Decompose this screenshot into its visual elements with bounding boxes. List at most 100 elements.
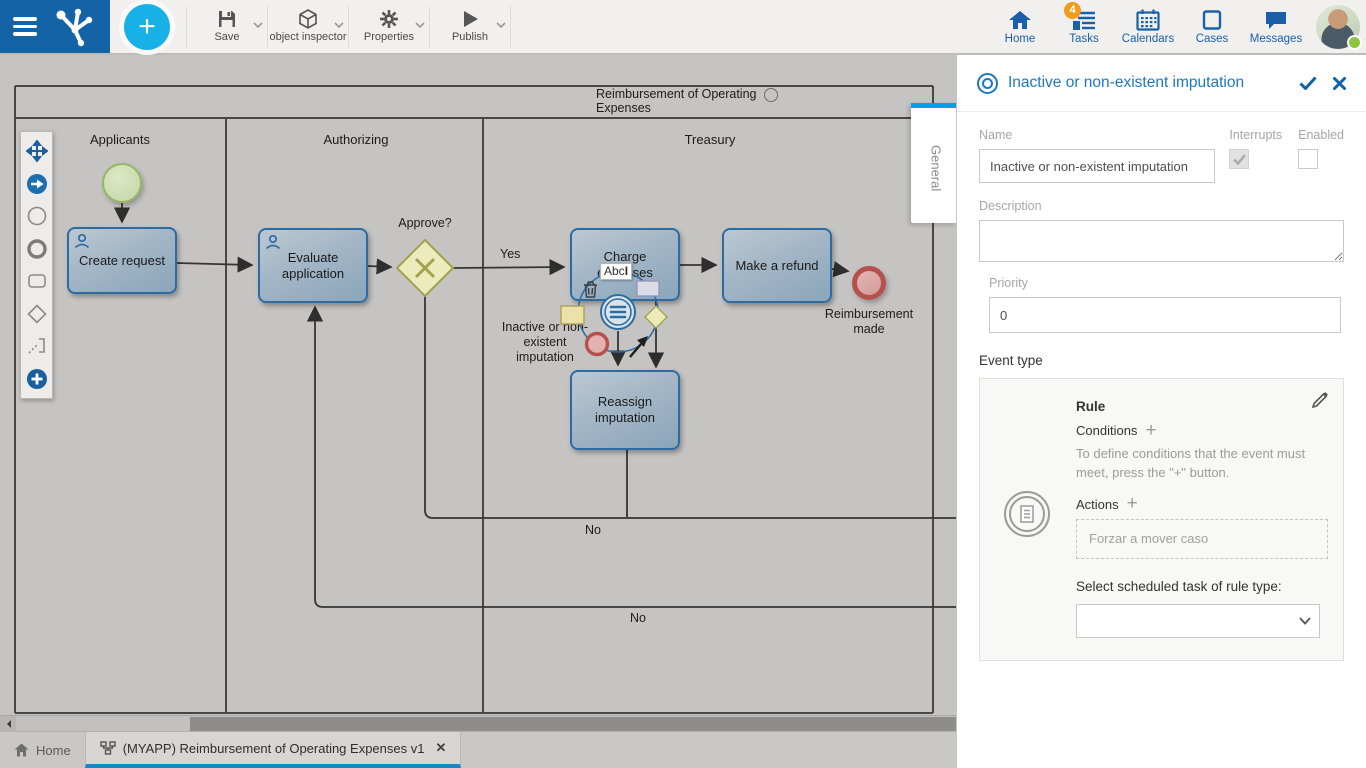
priority-input[interactable]	[989, 297, 1341, 333]
user-avatar[interactable]	[1316, 5, 1360, 49]
edge-label-yes: Yes	[500, 247, 520, 261]
tab-home[interactable]: Home	[0, 732, 85, 768]
person-icon	[265, 234, 281, 250]
nav-calendars[interactable]: Calendars	[1118, 9, 1178, 45]
task-label: Make a refund	[735, 258, 818, 274]
add-condition-button[interactable]: +	[1145, 424, 1156, 438]
description-textarea[interactable]	[979, 220, 1344, 262]
publish-button[interactable]: Publish	[430, 0, 510, 53]
scroll-left-arrow[interactable]	[0, 716, 16, 732]
nav-home[interactable]: Home	[990, 9, 1050, 45]
messages-icon	[1264, 9, 1288, 31]
lane-authorizing: Authorizing	[296, 132, 416, 147]
bpmn-canvas[interactable]: Applicants Authorizing Treasury Reimburs…	[0, 55, 956, 768]
task-label: Reassign imputation	[576, 394, 674, 425]
top-nav: Home 4 Tasks Calendars Cases	[990, 0, 1366, 53]
tab-process-active[interactable]: (MYAPP) Reimbursement of Operating Expen…	[85, 732, 462, 768]
enabled-label: Enabled	[1298, 128, 1344, 142]
event-type-icon	[977, 73, 998, 94]
chevron-down-icon[interactable]	[415, 22, 425, 28]
interrupts-label: Interrupts	[1229, 128, 1282, 142]
close-tab-icon[interactable]: ✕	[435, 740, 446, 756]
rule-title: Rule	[1076, 399, 1325, 414]
gateway-label: Approve?	[385, 216, 465, 230]
event-type-heading: Event type	[979, 353, 1344, 368]
task-label: Create request	[79, 253, 165, 269]
lane-treasury: Treasury	[650, 132, 770, 147]
rule-event-icon	[1004, 491, 1050, 537]
task-reassign-imputation[interactable]: Reassign imputation	[570, 370, 680, 450]
panel-header: Inactive or non-existent imputation	[957, 55, 1366, 112]
person-icon	[74, 233, 90, 249]
name-input[interactable]	[979, 149, 1215, 183]
edge-label-no1: No	[585, 523, 601, 537]
save-button[interactable]: Save	[187, 0, 267, 53]
nav-cases[interactable]: Cases	[1182, 9, 1242, 45]
task-create-request[interactable]: Create request	[67, 227, 177, 294]
properties-button[interactable]: Properties	[349, 0, 429, 53]
conditions-help-text: To define conditions that the event must…	[1076, 445, 1318, 483]
boundary-event-label: Inactive or non-existent imputation	[500, 320, 590, 364]
nav-calendars-label: Calendars	[1122, 33, 1174, 45]
gateway-approve[interactable]	[397, 240, 453, 296]
general-tab-accent	[911, 103, 956, 108]
properties-label: Properties	[364, 31, 414, 44]
action-placeholder[interactable]: Forzar a mover caso	[1076, 519, 1328, 559]
text-cursor-icon: I	[625, 264, 628, 278]
gear-icon	[379, 9, 399, 29]
move-tool-icon[interactable]	[25, 139, 49, 163]
tab-home-label: Home	[36, 743, 71, 758]
chevron-down-icon[interactable]	[253, 22, 263, 28]
scrollbar-thumb[interactable]	[190, 717, 956, 731]
enabled-checkbox[interactable]	[1298, 149, 1318, 169]
start-event-tool-icon[interactable]	[25, 204, 49, 228]
gateway-tool-icon[interactable]	[25, 302, 49, 326]
add-action-button[interactable]: +	[1127, 497, 1138, 511]
chevron-down-icon[interactable]	[496, 22, 506, 28]
actions-label: Actions	[1076, 497, 1119, 512]
save-icon	[217, 9, 237, 29]
flow-create-to-evaluate	[177, 263, 251, 265]
confirm-icon[interactable]	[1299, 76, 1317, 90]
connector-tool-icon[interactable]	[25, 334, 49, 358]
task-tool-icon[interactable]	[25, 269, 49, 293]
app-logo-icon	[51, 5, 97, 49]
properties-panel: Inactive or non-existent imputation Name…	[956, 55, 1366, 768]
cases-icon	[1200, 9, 1224, 31]
tab-general[interactable]: General	[911, 103, 956, 223]
nav-cases-label: Cases	[1196, 33, 1229, 45]
app-brand[interactable]	[0, 0, 110, 53]
home-icon	[14, 743, 29, 757]
add-shape-tool-icon[interactable]	[25, 367, 49, 391]
flow-refund-to-end	[832, 269, 847, 271]
nav-tasks[interactable]: 4 Tasks	[1054, 9, 1114, 45]
pool-title-text: Reimbursement of Operating Expenses	[596, 87, 758, 116]
task-evaluate-application[interactable]: Evaluate application	[258, 228, 368, 303]
publish-label: Publish	[452, 31, 488, 44]
priority-label: Priority	[989, 276, 1344, 290]
chevron-down-icon[interactable]	[334, 22, 344, 28]
menu-icon[interactable]	[13, 17, 37, 36]
conditions-label: Conditions	[1076, 423, 1137, 438]
description-label: Description	[979, 199, 1344, 213]
edit-icon[interactable]	[1311, 391, 1329, 409]
add-button[interactable]: +	[124, 4, 170, 50]
process-icon	[100, 741, 116, 755]
pool-collapse-icon[interactable]	[764, 88, 778, 102]
rename-tool[interactable]: AbcI	[600, 263, 632, 280]
task-make-a-refund[interactable]: Make a refund	[722, 228, 832, 303]
object-inspector-button[interactable]: object inspector	[268, 0, 348, 53]
interrupts-checkbox[interactable]	[1229, 149, 1249, 169]
select-task-label: Select scheduled task of rule type:	[1076, 579, 1325, 594]
canvas-hscrollbar[interactable]	[0, 715, 956, 731]
end-event[interactable]	[852, 266, 886, 300]
end-event-tool-icon[interactable]	[25, 237, 49, 261]
scheduled-task-select[interactable]	[1076, 604, 1320, 638]
arrow-tool-icon[interactable]	[25, 172, 49, 196]
flow-gateway-yes	[453, 267, 563, 268]
nav-messages[interactable]: Messages	[1246, 9, 1306, 45]
start-event[interactable]	[102, 163, 142, 203]
abc-label: Abc	[604, 264, 625, 278]
close-icon[interactable]	[1333, 77, 1346, 90]
chevron-down-icon	[1299, 617, 1311, 625]
